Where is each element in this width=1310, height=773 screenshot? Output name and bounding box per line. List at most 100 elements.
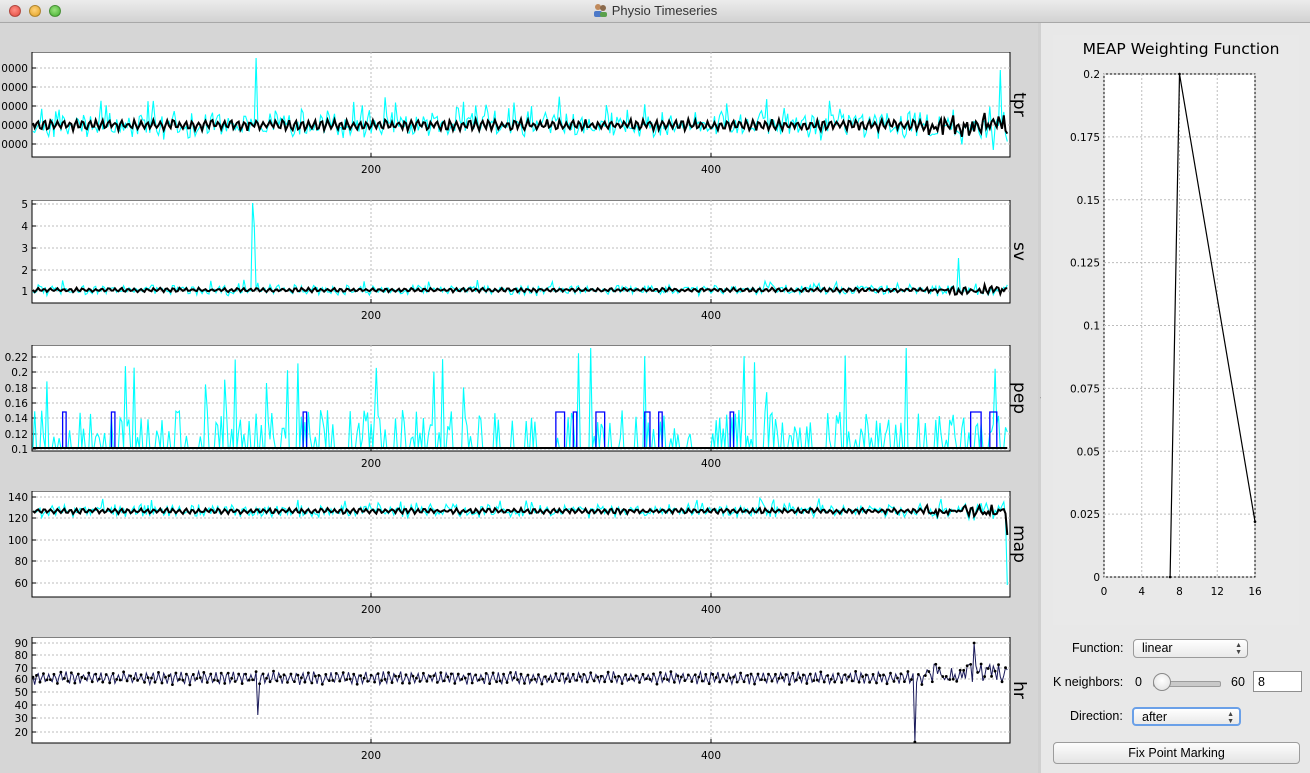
data-point: [735, 680, 739, 684]
data-point: [686, 673, 690, 677]
data-point: [655, 682, 659, 686]
data-point: [672, 680, 676, 684]
data-point: [463, 676, 467, 680]
k-neighbors-slider-thumb[interactable]: [1153, 673, 1172, 691]
data-point: [453, 681, 457, 685]
data-point: [481, 677, 485, 681]
data-point: [373, 680, 376, 684]
data-point: [387, 671, 390, 675]
data-point: [1000, 680, 1004, 684]
data-point: [415, 676, 418, 680]
data-point: [446, 675, 450, 679]
y-axis-label-sv: sv: [1009, 242, 1029, 261]
weighting-pane: MEAP Weighting Function 0 4 8 12 16 0 0.025 0.05…: [1041, 23, 1310, 773]
data-point: [338, 679, 342, 683]
data-point: [990, 674, 993, 678]
data-point: [38, 680, 42, 684]
data-point: [878, 674, 882, 677]
data-point: [585, 680, 589, 684]
data-point: [805, 682, 809, 685]
data-point: [90, 680, 94, 684]
data-point: [240, 682, 244, 685]
data-point: [930, 680, 934, 684]
title-bar[interactable]: Physio Timeseries: [0, 0, 1310, 23]
data-point: [164, 675, 167, 679]
data-point: [313, 674, 317, 678]
data-point: [306, 671, 310, 675]
x-tick-label: 8: [1176, 586, 1183, 598]
data-point: [519, 672, 523, 676]
data-point: [188, 683, 192, 687]
data-point: [676, 674, 680, 678]
data-point: [62, 676, 66, 680]
data-point: [969, 663, 973, 666]
data-point: [35, 674, 38, 677]
x-tick-label: 200: [361, 164, 381, 176]
data-point: [516, 678, 519, 682]
data-point: [700, 679, 704, 683]
data-point: [882, 673, 885, 677]
data-point: [219, 671, 223, 675]
data-point: [728, 676, 732, 680]
data-point: [505, 681, 509, 684]
data-point: [592, 679, 596, 683]
data-point: [958, 668, 962, 672]
data-point: [777, 676, 781, 680]
data-point: [847, 675, 851, 679]
data-point: [143, 680, 146, 684]
function-select[interactable]: linear ▲ ▼: [1133, 639, 1248, 658]
y-tick-label: 80: [15, 556, 28, 568]
data-point: [697, 675, 701, 679]
data-point: [704, 673, 708, 676]
data-point: [868, 680, 871, 684]
data-point: [976, 671, 980, 674]
data-point: [247, 678, 251, 682]
data-point: [139, 673, 143, 677]
x-tick-label: 12: [1211, 586, 1224, 598]
data-point: [118, 678, 122, 682]
data-point: [401, 681, 404, 685]
weighting-data-point: [1253, 520, 1257, 523]
data-point: [366, 679, 370, 683]
fix-point-marking-button[interactable]: Fix Point Marking: [1053, 742, 1300, 764]
data-point: [606, 670, 610, 674]
data-point: [320, 682, 324, 686]
data-point: [937, 666, 941, 670]
data-point: [903, 680, 906, 684]
data-point: [645, 677, 648, 681]
data-point: [714, 676, 718, 679]
data-point: [394, 674, 397, 678]
y-tick-label: 0000: [1, 120, 28, 132]
data-point: [449, 672, 453, 676]
data-point: [104, 673, 108, 676]
y-tick-label: 4: [21, 221, 28, 233]
data-point: [875, 681, 878, 685]
x-tick-label: 200: [361, 310, 381, 322]
data-point: [829, 677, 833, 681]
data-point: [801, 673, 805, 677]
data-point: [906, 670, 910, 673]
y-tick-label: 1: [21, 286, 28, 298]
y-tick-label: 0.025: [1070, 509, 1100, 521]
data-point: [770, 679, 774, 683]
data-point: [80, 675, 84, 679]
data-point: [348, 677, 352, 681]
k-neighbors-input[interactable]: [1253, 671, 1302, 692]
y-tick-label: 0.2: [1083, 69, 1100, 81]
data-point: [732, 675, 736, 679]
data-point: [467, 672, 471, 676]
data-point: [550, 680, 554, 684]
data-point: [390, 681, 394, 684]
x-tick-label: 200: [361, 604, 381, 616]
data-point: [638, 680, 641, 684]
direction-select[interactable]: after ▲ ▼: [1132, 707, 1241, 726]
y-axis-label-tpr: tpr: [1009, 92, 1029, 116]
data-point: [59, 670, 63, 674]
data-point: [760, 678, 763, 682]
data-point: [530, 678, 533, 682]
y-axis-label-hr: hr: [1009, 681, 1029, 699]
data-point: [150, 676, 153, 680]
data-point: [739, 671, 742, 675]
data-point: [404, 673, 408, 677]
data-point: [746, 674, 749, 677]
